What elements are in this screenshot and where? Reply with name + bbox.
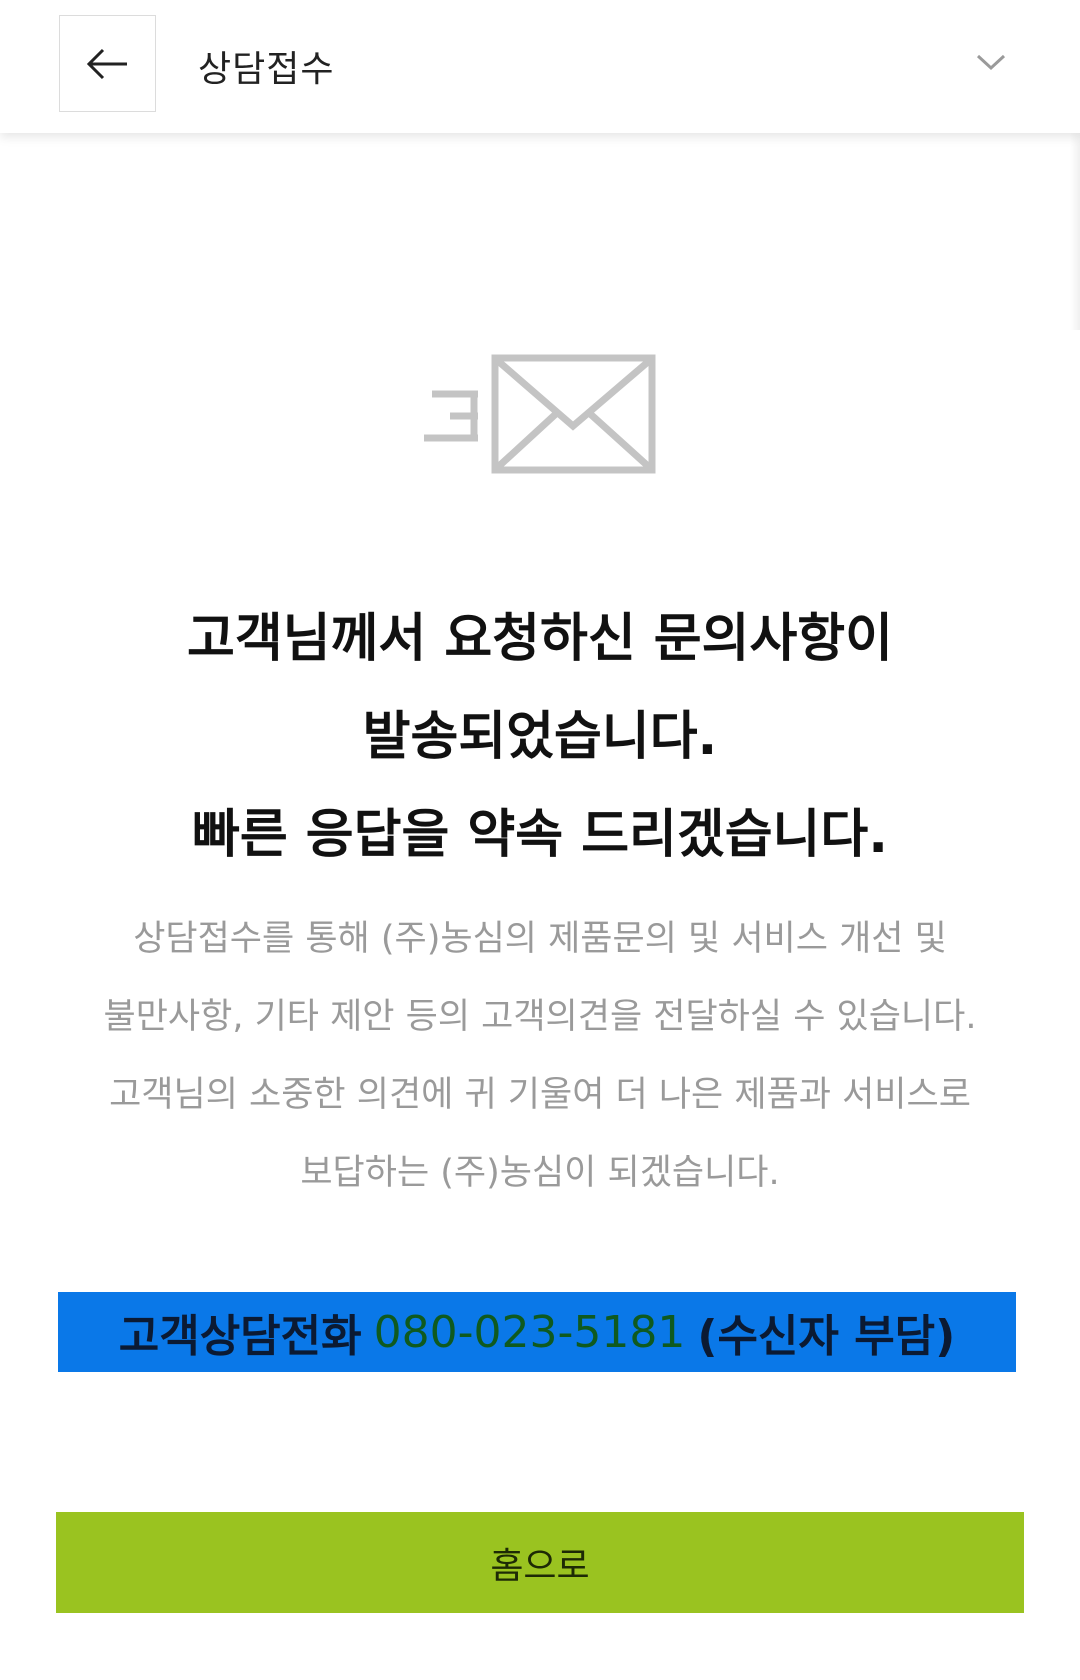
top-header: 상담접수 bbox=[0, 0, 1080, 133]
customer-phone-banner[interactable]: 고객상담전화 080-023-5181 (수신자 부담) bbox=[58, 1292, 1016, 1372]
chevron-down-icon bbox=[976, 54, 1006, 71]
headline-line-3: 빠른 응답을 약속 드리겠습니다. bbox=[192, 805, 888, 865]
phone-note: (수신자 부담) bbox=[697, 1311, 956, 1362]
phone-label: 고객상담전화 bbox=[118, 1311, 362, 1362]
phone-number[interactable]: 080-023-5181 bbox=[374, 1307, 686, 1358]
confirmation-headline: 고객님께서 요청하신 문의사항이 발송되었습니다. 빠른 응답을 약속 드리겠습… bbox=[60, 590, 1020, 884]
headline-line-1: 고객님께서 요청하신 문의사항이 bbox=[187, 609, 893, 669]
description-line-2: 불만사항, 기타 제안 등의 고객의견을 전달하실 수 있습니다. bbox=[103, 997, 977, 1037]
headline-line-2: 발송되었습니다. bbox=[362, 707, 718, 767]
back-button[interactable] bbox=[59, 15, 156, 112]
description-line-3: 고객님의 소중한 의견에 귀 기울여 더 나은 제품과 서비스로 bbox=[109, 1075, 971, 1115]
arrow-left-icon bbox=[86, 48, 127, 79]
description-text: 상담접수를 통해 (주)농심의 제품문의 및 서비스 개선 및 불만사항, 기타… bbox=[40, 900, 1040, 1212]
description-line-1: 상담접수를 통해 (주)농심의 제품문의 및 서비스 개선 및 bbox=[133, 919, 947, 959]
mail-sent-icon bbox=[424, 354, 656, 474]
page-title: 상담접수 bbox=[198, 49, 335, 90]
description-line-4: 보답하는 (주)농심이 되겠습니다. bbox=[300, 1153, 780, 1193]
dropdown-button[interactable] bbox=[966, 42, 1016, 82]
home-button[interactable]: 홈으로 bbox=[56, 1512, 1024, 1613]
